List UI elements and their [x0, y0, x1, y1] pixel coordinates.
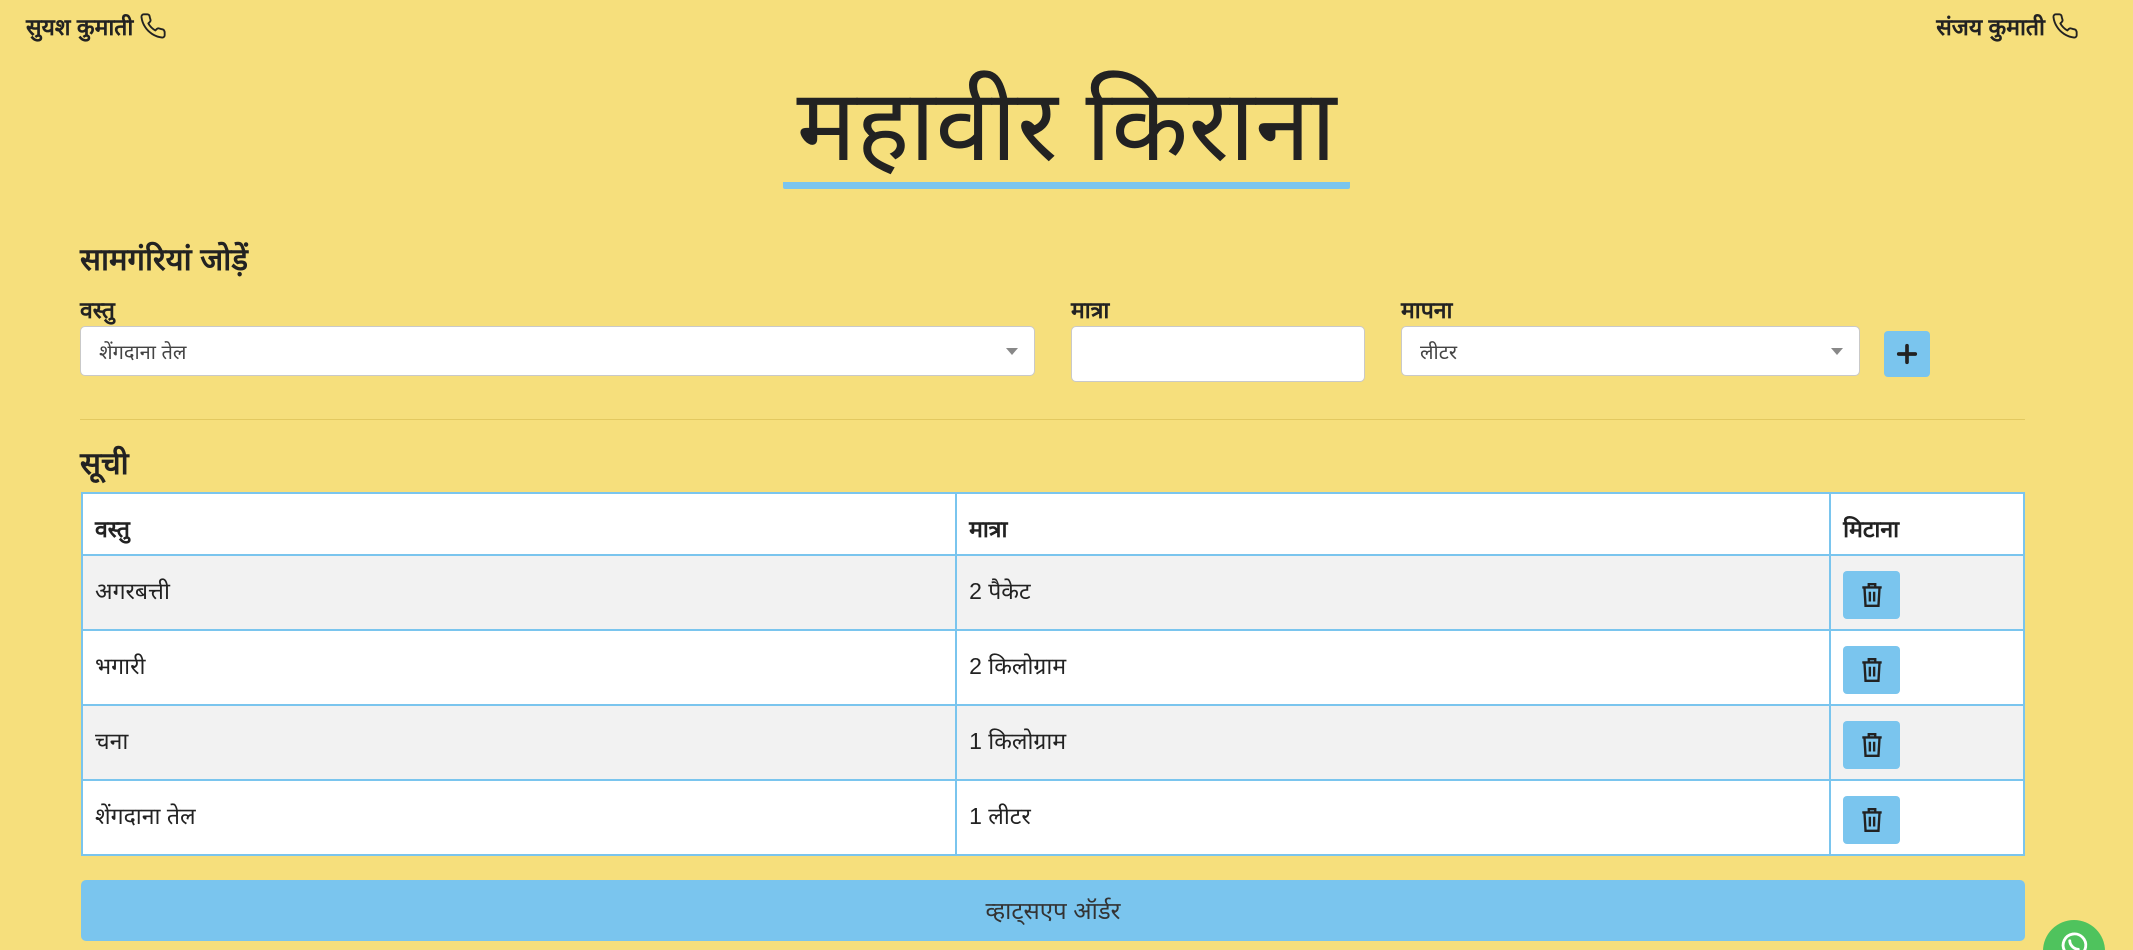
quantity-input[interactable]: [1071, 326, 1365, 382]
row-item: भगारी: [80, 629, 958, 706]
delete-row-button[interactable]: [1843, 646, 1901, 694]
row-item: अगरबत्ती: [80, 554, 958, 631]
section-divider: [80, 419, 2025, 420]
phone-icon: [140, 13, 166, 39]
add-item-button[interactable]: [1884, 331, 1930, 377]
column-header-delete: मिटाना: [1829, 492, 2025, 556]
chevron-down-icon: [1831, 348, 1843, 355]
trash-icon: [1861, 658, 1882, 682]
qty-label: मात्रा: [1071, 297, 1110, 323]
row-delete-cell: [1829, 629, 2025, 706]
delete-row-button[interactable]: [1843, 721, 1901, 769]
delete-row-button[interactable]: [1843, 796, 1901, 844]
unit-select-value: लीटर: [1420, 341, 1457, 364]
row-item: चना: [80, 704, 958, 781]
unit-label: मापना: [1401, 297, 1453, 323]
delete-row-button[interactable]: [1843, 571, 1901, 619]
trash-icon: [1861, 808, 1882, 832]
row-qty: 1 लीटर: [955, 779, 1832, 856]
contact-name: सुयश कुमाती: [26, 14, 134, 40]
row-delete-cell: [1829, 779, 2025, 856]
trash-icon: [1861, 583, 1882, 607]
row-delete-cell: [1829, 554, 2025, 631]
contact-sanjay[interactable]: संजय कुमाती: [1936, 10, 2079, 42]
trash-icon: [1861, 733, 1882, 757]
item-select[interactable]: शेंगदाना तेल: [80, 326, 1035, 376]
add-items-heading: सामगंरियां जोड़ें: [80, 242, 248, 277]
chevron-down-icon: [1006, 348, 1018, 355]
unit-select[interactable]: लीटर: [1401, 326, 1860, 376]
table-row: चना 1 किलोग्राम: [80, 704, 2025, 781]
whatsapp-fab[interactable]: [2043, 920, 2105, 950]
plus-icon: [1896, 343, 1918, 365]
table-header-row: वस्तु मात्रा मिटाना: [80, 492, 2025, 556]
items-table: वस्तु मात्रा मिटाना अगरबत्ती 2 पैकेट भगा…: [80, 492, 2025, 856]
table-row: शेंगदाना तेल 1 लीटर: [80, 779, 2025, 856]
title-wrapper: महावीर किराना: [0, 70, 2133, 189]
row-item: शेंगदाना तेल: [80, 779, 958, 856]
column-header-item: वस्तु: [80, 492, 958, 556]
table-row: भगारी 2 किलोग्राम: [80, 629, 2025, 706]
contact-name: संजय कुमाती: [1936, 14, 2045, 40]
row-qty: 1 किलोग्राम: [955, 704, 1832, 781]
contact-suyash[interactable]: सुयश कुमाती: [26, 10, 167, 42]
row-delete-cell: [1829, 704, 2025, 781]
whatsapp-order-button[interactable]: व्हाट्सएप ऑर्डर: [81, 880, 2025, 941]
item-label: वस्तु: [80, 297, 115, 323]
whatsapp-icon: [2061, 932, 2088, 950]
table-row: अगरबत्ती 2 पैकेट: [80, 554, 2025, 631]
row-qty: 2 किलोग्राम: [955, 629, 1832, 706]
column-header-qty: मात्रा: [955, 492, 1832, 556]
list-heading: सूची: [80, 446, 129, 481]
phone-icon: [2052, 13, 2078, 39]
item-select-value: शेंगदाना तेल: [99, 341, 187, 364]
page-title: महावीर किराना: [782, 70, 1351, 189]
row-qty: 2 पैकेट: [955, 554, 1832, 631]
